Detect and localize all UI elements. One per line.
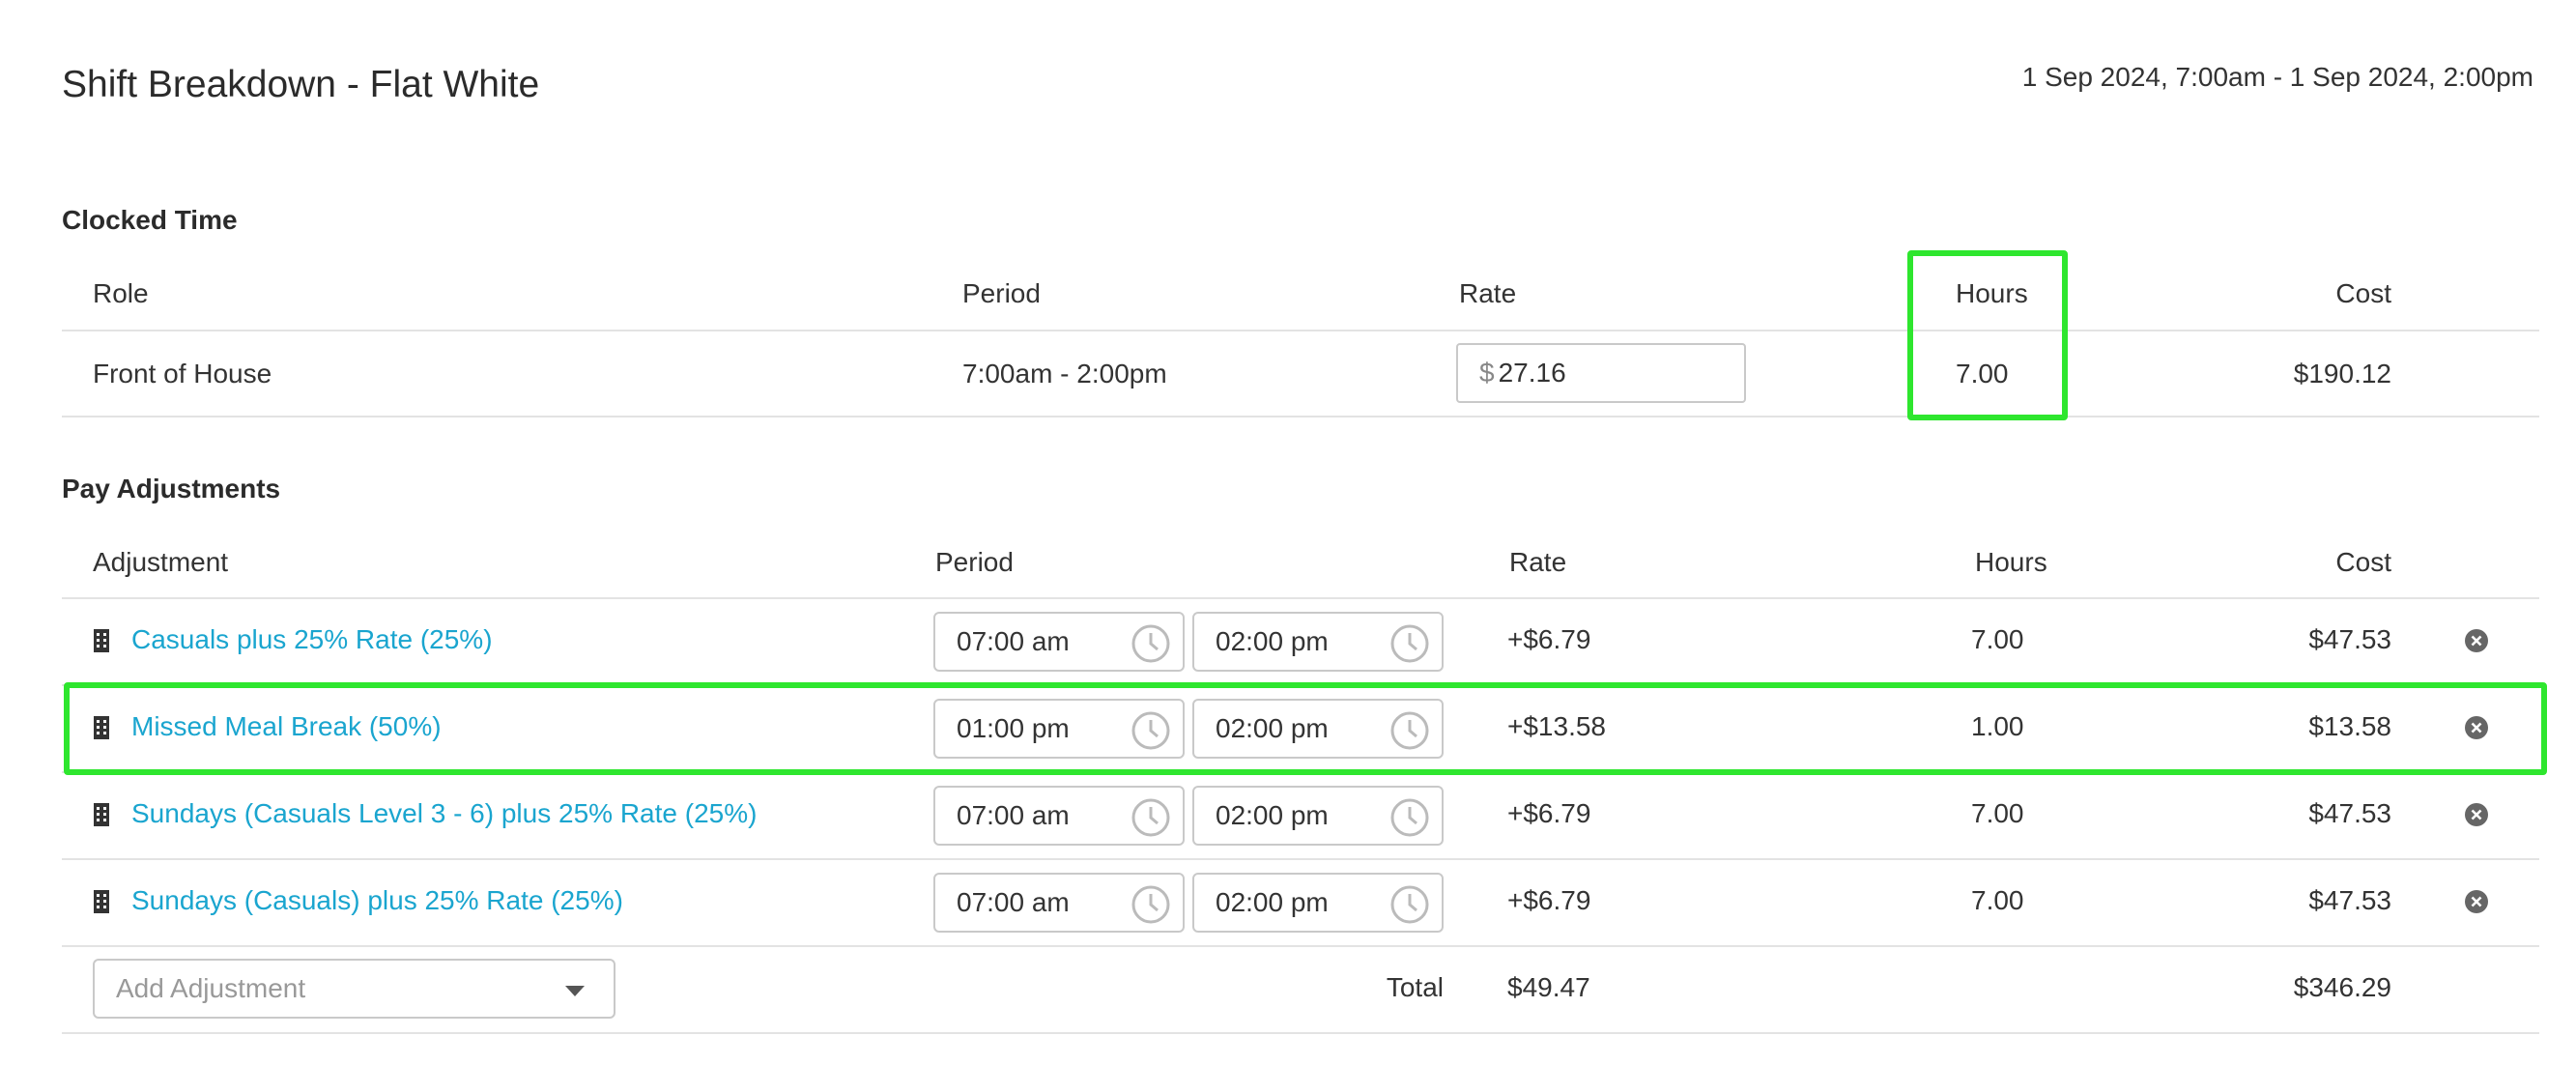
col-header-hours: Hours	[1975, 547, 2047, 577]
remove-adjustment-icon[interactable]	[2464, 889, 2489, 914]
end-time-input[interactable]: 02:00 pm	[1192, 786, 1444, 846]
col-header-role: Role	[93, 278, 149, 308]
document-icon	[94, 803, 109, 826]
col-header-period: Period	[962, 278, 1041, 308]
clocked-cost: $190.12	[2293, 359, 2391, 389]
adjustment-hours: 7.00	[1971, 885, 2024, 915]
divider	[62, 945, 2539, 947]
col-header-period: Period	[935, 547, 1014, 577]
add-adjustment-placeholder: Add Adjustment	[116, 973, 306, 1003]
row-highlight	[64, 682, 2547, 775]
shift-date-range: 1 Sep 2024, 7:00am - 1 Sep 2024, 2:00pm	[2021, 62, 2533, 92]
total-label: Total	[1386, 972, 1444, 1002]
caret-down-icon	[565, 986, 585, 996]
end-time-value: 02:00 pm	[1216, 800, 1329, 830]
start-time-value: 07:00 am	[957, 626, 1070, 656]
page-title: Shift Breakdown - Flat White	[62, 64, 540, 105]
col-header-rate: Rate	[1509, 547, 1567, 577]
start-time-value: 07:00 am	[957, 800, 1070, 830]
clocked-period: 7:00am - 2:00pm	[962, 359, 1167, 389]
start-time-input[interactable]: 07:00 am	[933, 873, 1185, 933]
adjustment-cost: $47.53	[2308, 885, 2391, 915]
start-time-input[interactable]: 07:00 am	[933, 612, 1185, 672]
col-header-cost: Cost	[2335, 547, 2391, 577]
adjustment-cost: $47.53	[2308, 798, 2391, 828]
remove-adjustment-icon[interactable]	[2464, 628, 2489, 653]
divider	[62, 330, 2539, 331]
divider	[62, 416, 2539, 417]
total-cost: $346.29	[2293, 972, 2391, 1002]
document-icon	[94, 629, 109, 652]
clock-icon[interactable]	[1389, 797, 1430, 838]
adjustment-rate: +$6.79	[1507, 624, 1591, 654]
adjustment-hours: 7.00	[1971, 798, 2024, 828]
hours-highlight	[1907, 250, 2068, 420]
document-icon	[94, 890, 109, 913]
clock-icon[interactable]	[1389, 884, 1430, 925]
start-time-value: 07:00 am	[957, 887, 1070, 917]
divider	[62, 858, 2539, 860]
clocked-role: Front of House	[93, 359, 272, 389]
remove-adjustment-icon[interactable]	[2464, 802, 2489, 827]
total-rate: $49.47	[1507, 972, 1590, 1002]
rate-value: 27.16	[1498, 358, 1566, 388]
adjustment-hours: 7.00	[1971, 624, 2024, 654]
clock-icon[interactable]	[1131, 884, 1171, 925]
col-header-rate: Rate	[1459, 278, 1517, 308]
pay-adjustments-title: Pay Adjustments	[62, 474, 281, 504]
divider	[62, 597, 2539, 599]
adjustment-link[interactable]: Sundays (Casuals) plus 25% Rate (25%)	[131, 885, 623, 916]
col-header-adjustment: Adjustment	[93, 547, 229, 577]
end-time-value: 02:00 pm	[1216, 887, 1329, 917]
divider	[62, 1032, 2539, 1034]
col-header-cost: Cost	[2335, 278, 2391, 308]
clock-icon[interactable]	[1389, 623, 1430, 664]
adjustment-cost: $47.53	[2308, 624, 2391, 654]
end-time-input[interactable]: 02:00 pm	[1192, 612, 1444, 672]
currency-symbol: $	[1479, 358, 1495, 388]
adjustment-link[interactable]: Casuals plus 25% Rate (25%)	[131, 624, 493, 655]
add-adjustment-select[interactable]: Add Adjustment	[93, 959, 615, 1019]
clocked-time-title: Clocked Time	[62, 205, 238, 235]
start-time-input[interactable]: 07:00 am	[933, 786, 1185, 846]
end-time-input[interactable]: 02:00 pm	[1192, 873, 1444, 933]
adjustment-rate: +$6.79	[1507, 885, 1591, 915]
clock-icon[interactable]	[1131, 623, 1171, 664]
end-time-value: 02:00 pm	[1216, 626, 1329, 656]
adjustment-rate: +$6.79	[1507, 798, 1591, 828]
rate-input[interactable]: $ 27.16	[1456, 343, 1746, 403]
adjustment-link[interactable]: Sundays (Casuals Level 3 - 6) plus 25% R…	[131, 798, 757, 829]
clock-icon[interactable]	[1131, 797, 1171, 838]
